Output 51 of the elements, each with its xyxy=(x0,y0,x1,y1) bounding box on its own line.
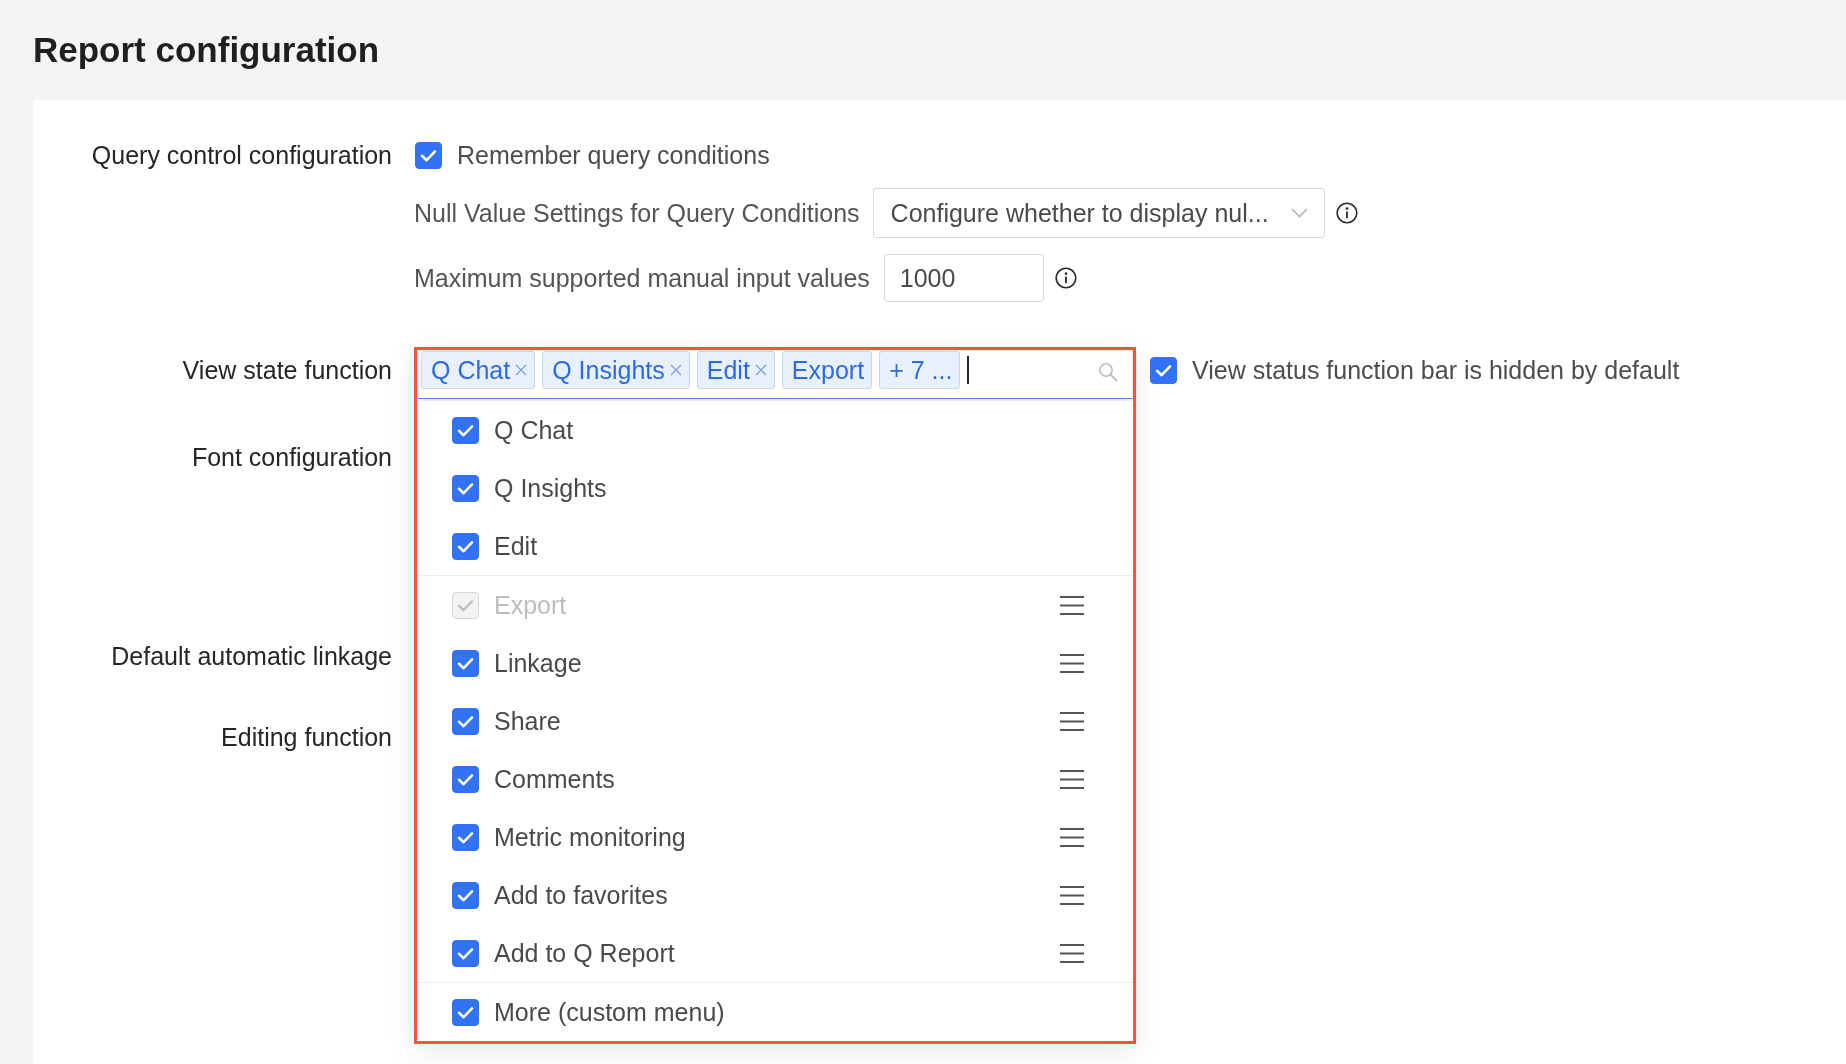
checkbox[interactable] xyxy=(452,416,479,444)
checkbox[interactable] xyxy=(1150,356,1177,384)
multi-select-field[interactable]: Q Chat Q Insights Edit Export + 7 ... xyxy=(417,350,1133,399)
dropdown-option[interactable]: Q Insights xyxy=(417,459,1133,517)
field-label: Maximum supported manual input values xyxy=(414,263,870,293)
tag[interactable]: Export xyxy=(781,351,873,389)
drag-handle-icon[interactable] xyxy=(1060,653,1084,673)
chevron-down-icon xyxy=(1290,208,1308,218)
drag-handle-icon[interactable] xyxy=(1060,711,1084,731)
checkbox-option[interactable]: View status function bar is hidden by default xyxy=(1149,355,1680,385)
checkbox-option[interactable]: Remember query conditions xyxy=(414,140,770,170)
drag-handle-icon[interactable] xyxy=(1060,885,1084,905)
page-title: Report configuration xyxy=(33,30,380,70)
form-label: Query control configuration xyxy=(90,140,392,170)
info-icon[interactable] xyxy=(1054,267,1077,289)
drag-handle-icon[interactable] xyxy=(1060,827,1084,847)
form-label: Default automatic linkage xyxy=(111,641,392,671)
checkbox[interactable] xyxy=(452,823,479,851)
dropdown-option[interactable]: Comments xyxy=(417,750,1133,808)
form-label: View state function xyxy=(182,355,392,385)
checkbox[interactable] xyxy=(452,939,479,967)
checkbox[interactable] xyxy=(452,649,479,677)
info-icon[interactable] xyxy=(1335,202,1358,224)
tag[interactable]: Edit xyxy=(696,351,775,389)
tag[interactable]: Q Insights xyxy=(542,351,690,389)
text-cursor xyxy=(967,356,970,384)
checkbox[interactable] xyxy=(452,474,479,502)
search-icon xyxy=(1098,362,1118,382)
dropdown-option[interactable]: Add to Q Report xyxy=(417,924,1133,982)
checkbox[interactable] xyxy=(452,707,479,735)
dropdown-option[interactable]: Q Chat xyxy=(417,401,1133,459)
dropdown-option[interactable]: More (custom menu) xyxy=(417,983,1133,1041)
dropdown-option[interactable]: Metric monitoring xyxy=(417,808,1133,866)
checkbox[interactable] xyxy=(452,532,479,560)
checkbox[interactable] xyxy=(415,141,442,169)
drag-handle-icon[interactable] xyxy=(1060,943,1084,963)
form-label: Font configuration xyxy=(191,442,392,472)
checkbox[interactable] xyxy=(452,998,479,1026)
dropdown-option[interactable]: Share xyxy=(417,692,1133,750)
dropdown-option[interactable]: Add to favorites xyxy=(417,866,1133,924)
checkbox[interactable] xyxy=(452,765,479,793)
dropdown-option[interactable]: Edit xyxy=(417,517,1133,575)
dropdown-option[interactable]: Linkage xyxy=(417,634,1133,692)
input-field[interactable]: 1000 xyxy=(883,254,1044,302)
form-label: Editing function xyxy=(221,722,392,752)
checkbox[interactable] xyxy=(452,881,479,909)
select-field[interactable]: Configure whether to display nul... xyxy=(872,188,1325,238)
drag-handle-icon[interactable] xyxy=(1060,769,1084,789)
field-label: Null Value Settings for Query Conditions xyxy=(414,198,860,228)
tag[interactable]: Q Chat xyxy=(421,351,536,389)
tag[interactable]: + 7 ... xyxy=(879,351,961,389)
